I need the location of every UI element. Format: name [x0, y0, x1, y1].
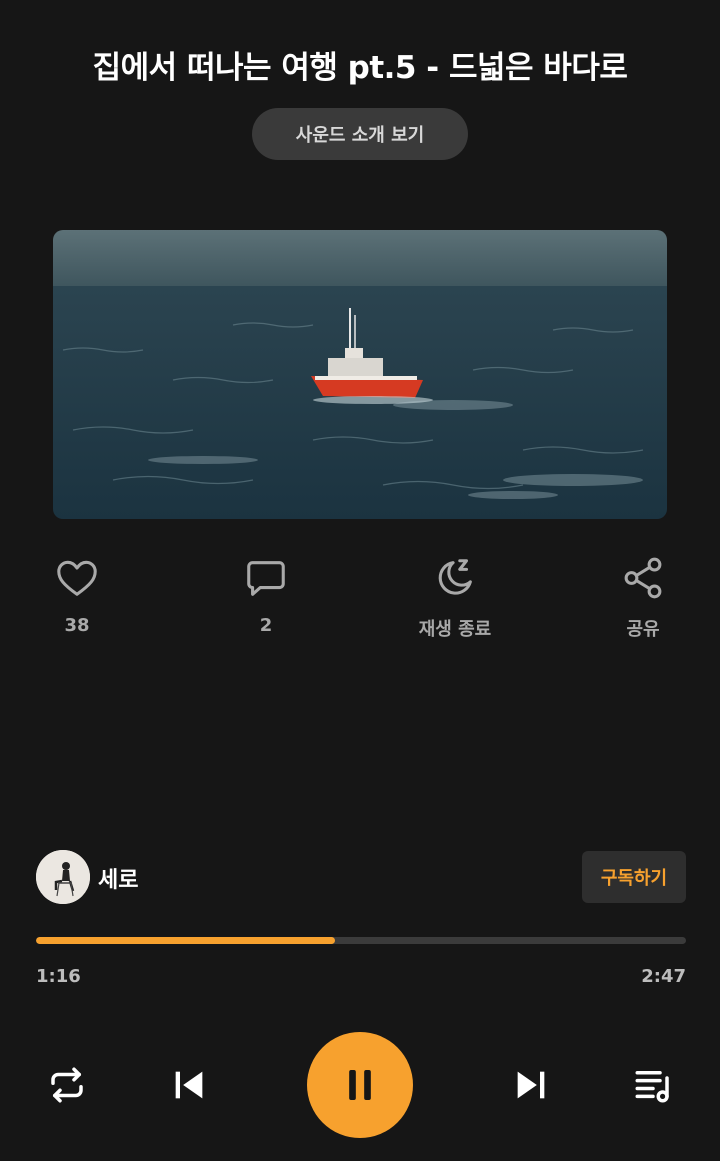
action-bar: 38 2 재생 종료 공유: [0, 555, 720, 645]
share-icon: [624, 557, 662, 599]
comment-icon: [247, 561, 285, 596]
moon-sleep-icon: [438, 559, 472, 595]
like-count: 38: [64, 615, 90, 636]
sleep-timer-button[interactable]: 재생 종료: [385, 555, 525, 641]
pause-icon: [349, 1070, 371, 1100]
heart-icon: [57, 560, 97, 596]
album-artwork: [53, 230, 667, 519]
artist-name[interactable]: 세로: [98, 862, 138, 894]
like-button[interactable]: 38: [7, 555, 147, 636]
repeat-icon: [51, 1067, 83, 1103]
sound-intro-button[interactable]: 사운드 소개 보기: [252, 108, 468, 160]
comment-button[interactable]: 2: [196, 555, 336, 636]
subscribe-button[interactable]: 구독하기: [582, 851, 686, 903]
progress-bar[interactable]: [36, 937, 686, 944]
skip-previous-icon: [175, 1071, 203, 1099]
share-label: 공유: [626, 619, 660, 640]
pause-button[interactable]: [307, 1032, 413, 1138]
progress-fill: [36, 937, 335, 944]
playlist-icon: [635, 1071, 669, 1103]
playlist-button[interactable]: [630, 1062, 676, 1108]
repeat-button[interactable]: [44, 1062, 90, 1108]
track-title: 집에서 떠나는 여행 pt.5 - 드넓은 바다로: [92, 50, 628, 86]
sleep-timer-label: 재생 종료: [418, 619, 492, 640]
share-button[interactable]: 공유: [573, 555, 713, 641]
person-on-chair-icon: [36, 850, 90, 904]
previous-track-button[interactable]: [166, 1062, 212, 1108]
artist-avatar[interactable]: [36, 850, 90, 904]
comment-count: 2: [259, 615, 273, 636]
current-time: 1:16: [36, 966, 81, 987]
next-track-button[interactable]: [508, 1062, 554, 1108]
total-time: 2:47: [641, 966, 686, 987]
artist-row: 세로 구독하기: [36, 850, 686, 906]
skip-next-icon: [517, 1071, 545, 1099]
